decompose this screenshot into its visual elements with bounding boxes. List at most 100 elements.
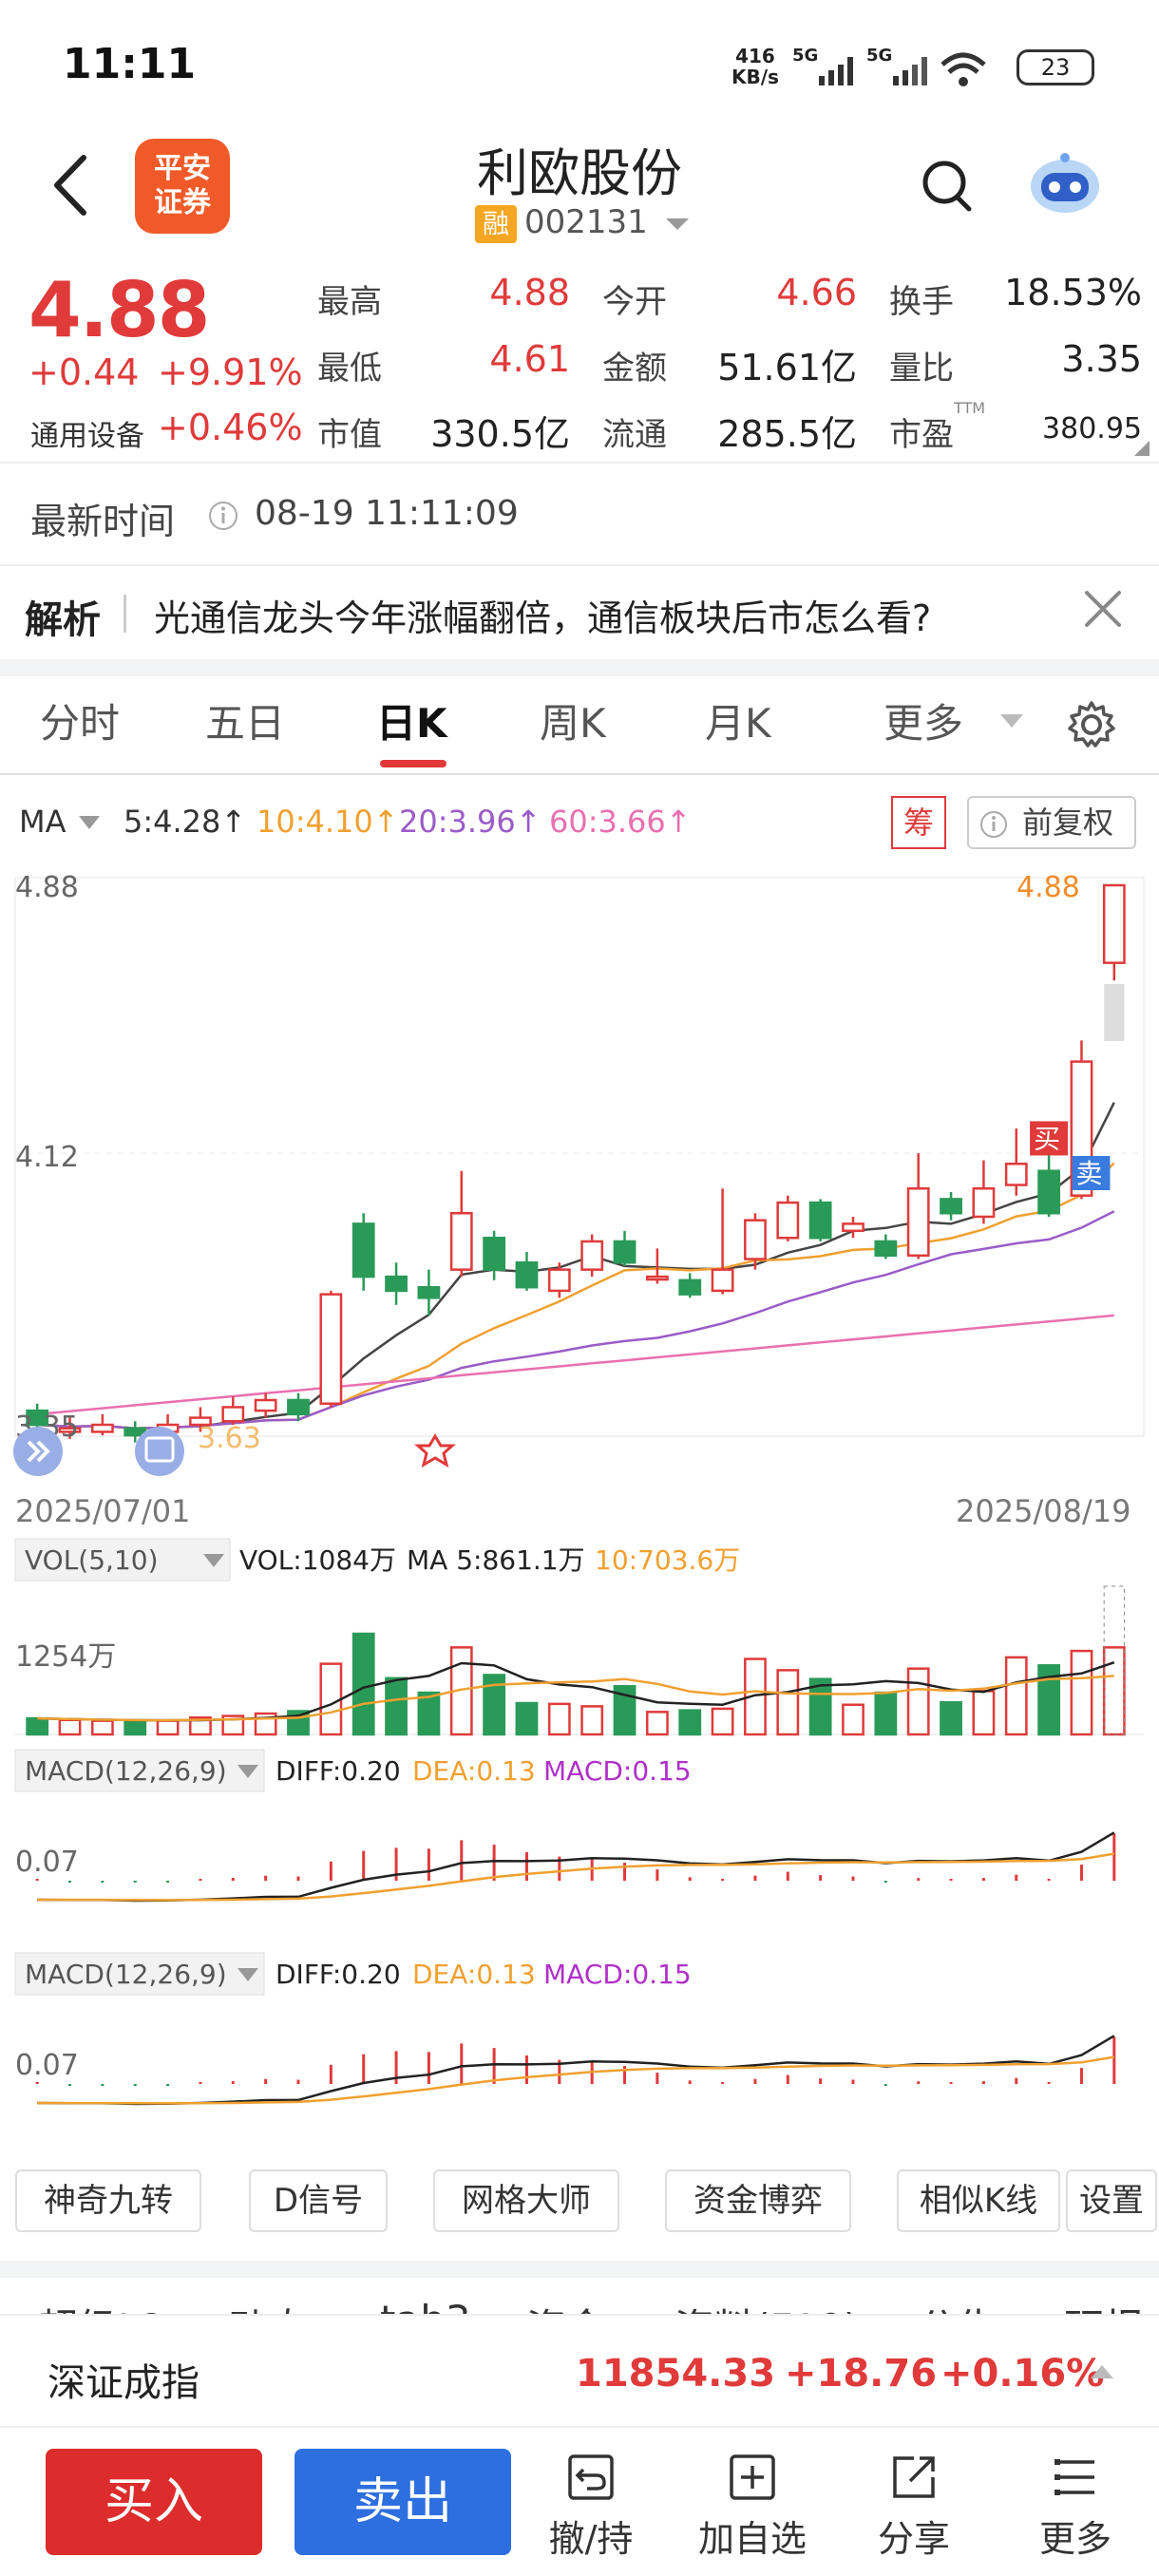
cancel-order-icon <box>568 2454 614 2500</box>
vol-ma10: 10:703.6万 <box>595 1544 740 1576</box>
stock-name: 利欧股份 <box>477 143 682 203</box>
vol-indicator-label: VOL(5,10) <box>25 1544 159 1576</box>
tab-research[interactable]: 研报 <box>1064 2297 1144 2314</box>
candle-body <box>776 1201 800 1240</box>
tab-weekly-k[interactable]: 周K <box>540 691 606 749</box>
volume-bar <box>385 1676 408 1736</box>
tool-similar-k-button[interactable]: 相似K线 <box>897 2169 1060 2232</box>
network-type-1: 5G <box>792 46 818 66</box>
more-button[interactable]: 更多 <box>1009 2451 1142 2565</box>
index-change: +18.76 <box>785 2352 938 2396</box>
latest-time-label: 最新时间 <box>30 501 176 542</box>
tab-capital[interactable]: 资金 <box>526 2297 606 2314</box>
market-cap-value: 330.5亿 <box>430 413 570 455</box>
candle-body <box>842 1222 864 1233</box>
search-icon[interactable] <box>920 158 973 215</box>
candle-body <box>940 1198 962 1215</box>
price-change: +0.44 <box>28 351 140 393</box>
net-speed-value: 416 <box>735 45 775 67</box>
chart-markers: 买卖 <box>13 1121 1111 1476</box>
volume-bar <box>352 1632 375 1736</box>
ma-label[interactable]: MA <box>19 804 66 840</box>
index-name: 深证成指 <box>48 2361 200 2405</box>
ma20-value: 20:3.96↑ <box>399 804 542 840</box>
volume-bar <box>58 1718 82 1736</box>
chevron-up-icon[interactable] <box>1091 2365 1113 2378</box>
candle <box>352 1213 375 1291</box>
news-tag: 解析 <box>25 598 101 642</box>
cancel-hold-button[interactable]: 撤/持 <box>524 2451 657 2565</box>
volume-bar <box>124 1720 147 1736</box>
volume-bar <box>678 1709 702 1736</box>
add-watchlist-label: 加自选 <box>697 2518 807 2560</box>
tab-intraday[interactable]: 分时 <box>40 691 120 749</box>
stock-code: 002131 <box>524 203 648 241</box>
ai-assistant-icon[interactable] <box>1026 150 1104 217</box>
volume-bar <box>319 1662 343 1736</box>
y-axis-top-label: 4.88 <box>15 871 79 904</box>
candle <box>319 1290 343 1408</box>
candle <box>90 1413 114 1436</box>
candle <box>1102 883 1126 981</box>
low-value: 4.61 <box>489 338 570 380</box>
macd-dea-2: DEA:0.13 <box>412 1959 536 1990</box>
sell-button[interactable]: 卖出 <box>294 2449 511 2555</box>
settings-gear-icon[interactable] <box>1066 699 1117 750</box>
tab-news[interactable]: 动态 <box>228 2297 308 2314</box>
tab-daily-k[interactable]: 日K <box>376 691 447 749</box>
candle <box>254 1392 277 1418</box>
kline-chart[interactable]: 4.88 4.12 3.35 4.88 3.63 2025/07/01 2025… <box>0 855 1159 2175</box>
tab-monthly-k[interactable]: 月K <box>705 691 771 749</box>
index-value: 11854.33 <box>576 2352 776 2396</box>
macd-label-1: MACD(12,26,9) <box>25 1755 227 1787</box>
info-icon[interactable] <box>207 500 239 532</box>
tool-grid-master-button[interactable]: 网格大师 <box>433 2169 619 2232</box>
ma5-value: 5:4.28↑ <box>124 804 247 840</box>
stock-code-selector[interactable]: 融 002131 <box>475 203 691 243</box>
cancel-hold-label: 撤/持 <box>548 2518 634 2560</box>
tab-3[interactable]: tab3 <box>380 2297 471 2314</box>
candle-body <box>1102 883 1126 964</box>
tab-f10[interactable]: 资料(F10) <box>674 2297 859 2314</box>
expand-corner-icon[interactable] <box>1132 439 1151 458</box>
candle-body <box>221 1406 245 1423</box>
amount-value: 51.61亿 <box>717 347 857 388</box>
chip-distribution-button[interactable]: 筹 <box>891 796 946 849</box>
price-panel <box>14 877 1145 1443</box>
section-gap <box>0 659 1159 676</box>
candle-body <box>744 1219 767 1260</box>
tab-super-l2[interactable]: 超级L2 <box>38 2297 165 2314</box>
volume-bar <box>1102 1646 1126 1736</box>
macd-value-1: MACD:0.15 <box>543 1755 692 1787</box>
high-value: 4.88 <box>489 272 570 313</box>
volume-bar <box>580 1705 604 1736</box>
chevron-down-icon[interactable] <box>78 815 101 830</box>
chevron-down-icon <box>1000 714 1023 728</box>
buy-button[interactable]: 买入 <box>46 2449 262 2555</box>
add-watchlist-button[interactable]: 加自选 <box>686 2451 819 2565</box>
macd-diff-line <box>37 1831 1115 1903</box>
sector-name[interactable]: 通用设备 <box>30 412 144 454</box>
tool-settings-button[interactable]: 设置 <box>1066 2169 1157 2232</box>
event-marker-button <box>135 1427 184 1476</box>
tool-magic-nine-button[interactable]: 神奇九转 <box>15 2169 201 2232</box>
tab-five-day[interactable]: 五日 <box>205 691 285 749</box>
volume-bar <box>842 1703 864 1736</box>
candle-body <box>972 1187 996 1219</box>
ma60-line <box>37 1314 1114 1416</box>
tab-more[interactable]: 更多 <box>884 691 963 749</box>
tab-announcements[interactable]: 公告 <box>918 2297 998 2314</box>
share-button[interactable]: 分享 <box>847 2451 980 2565</box>
open-label: 今开 <box>602 283 667 321</box>
close-icon[interactable] <box>1081 587 1125 631</box>
candle-body <box>352 1222 375 1279</box>
margin-badge: 融 <box>475 204 517 243</box>
candle <box>972 1160 996 1224</box>
tool-capital-game-button[interactable]: 资金博弈 <box>665 2169 851 2232</box>
news-separator <box>124 595 126 633</box>
news-headline[interactable]: 光通信龙头今年涨幅翻倍，通信板块后市怎么看? <box>154 589 931 641</box>
add-square-icon <box>730 2454 775 2500</box>
candle <box>678 1273 702 1298</box>
candle <box>613 1230 636 1266</box>
tool-d-signal-button[interactable]: D信号 <box>249 2169 388 2232</box>
